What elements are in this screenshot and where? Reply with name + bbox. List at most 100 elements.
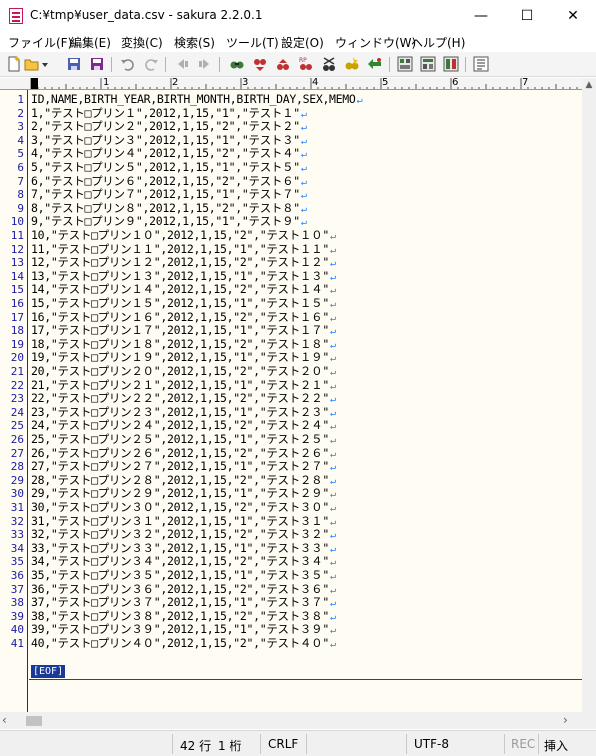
line-number: 30 bbox=[10, 487, 24, 501]
tag-jump-icon[interactable] bbox=[367, 56, 383, 72]
line-number: 3 bbox=[17, 120, 24, 134]
eol-mark-icon: ↵ bbox=[329, 271, 336, 283]
menu-window[interactable]: ウィンドウ(W) bbox=[335, 34, 416, 51]
menu-edit[interactable]: 編集(E) bbox=[70, 34, 111, 51]
status-row: 42 行 bbox=[180, 739, 212, 753]
grep-icon[interactable] bbox=[321, 56, 337, 72]
scroll-right-icon[interactable]: › bbox=[563, 713, 577, 728]
maximize-button[interactable]: ☐ bbox=[504, 0, 550, 32]
menu-file[interactable]: ファイル(F) bbox=[8, 34, 72, 51]
find-icon[interactable] bbox=[229, 56, 245, 72]
find-prev-icon[interactable] bbox=[252, 56, 268, 72]
text-line[interactable]: 33,"テスト□プリン３３",2012,1,15,"1","テスト３３"↵ bbox=[31, 541, 336, 556]
text-line[interactable]: 37,"テスト□プリン３７",2012,1,15,"1","テスト３７"↵ bbox=[31, 595, 336, 610]
text-line[interactable]: 34,"テスト□プリン３４",2012,1,15,"2","テスト３４"↵ bbox=[31, 555, 336, 569]
jump-forward-icon[interactable] bbox=[197, 56, 213, 72]
text-line[interactable]: 31,"テスト□プリン３１",2012,1,15,"1","テスト３１"↵ bbox=[31, 514, 336, 529]
text-line[interactable]: 30,"テスト□プリン３０",2012,1,15,"2","テスト３０"↵ bbox=[31, 500, 336, 515]
text-line[interactable]: 27,"テスト□プリン２７",2012,1,15,"1","テスト２７"↵ bbox=[31, 459, 336, 474]
eol-mark-icon: ↵ bbox=[329, 285, 336, 297]
text-line[interactable]: 24,"テスト□プリン２４",2012,1,15,"2","テスト２４"↵ bbox=[31, 419, 336, 433]
text-line[interactable]: 15,"テスト□プリン１５",2012,1,15,"1","テスト１５"↵ bbox=[31, 296, 336, 311]
status-encoding[interactable]: UTF-8 bbox=[414, 737, 449, 751]
horizontal-scroll-thumb[interactable] bbox=[26, 716, 42, 726]
text-line[interactable]: 29,"テスト□プリン２９",2012,1,15,"1","テスト２９"↵ bbox=[31, 487, 336, 501]
open-file-icon[interactable] bbox=[24, 56, 40, 72]
settings-icon[interactable] bbox=[397, 56, 413, 72]
text-line[interactable]: 38,"テスト□プリン３８",2012,1,15,"2","テスト３８"↵ bbox=[31, 609, 336, 624]
text-line[interactable]: ID,NAME,BIRTH_YEAR,BIRTH_MONTH,BIRTH_DAY… bbox=[31, 92, 363, 107]
scroll-left-icon[interactable]: ‹ bbox=[2, 713, 16, 728]
text-line[interactable]: 19,"テスト□プリン１９",2012,1,15,"1","テスト１９"↵ bbox=[31, 351, 336, 365]
text-line[interactable]: 23,"テスト□プリン２３",2012,1,15,"1","テスト２３"↵ bbox=[31, 405, 336, 420]
text-line-content: 28,"テスト□プリン２８",2012,1,15,"2","テスト２８" bbox=[31, 472, 329, 487]
text-line[interactable]: 18,"テスト□プリン１８",2012,1,15,"2","テスト１８"↵ bbox=[31, 337, 336, 352]
text-line[interactable]: 17,"テスト□プリン１７",2012,1,15,"1","テスト１７"↵ bbox=[31, 323, 336, 338]
text-line[interactable]: 4,"テスト□プリン４",2012,1,15,"2","テスト４"↵ bbox=[31, 147, 307, 161]
text-line[interactable]: 5,"テスト□プリン５",2012,1,15,"1","テスト５"↵ bbox=[31, 160, 307, 175]
eol-mark-icon: ↵ bbox=[300, 135, 307, 147]
text-line[interactable]: 20,"テスト□プリン２０",2012,1,15,"2","テスト２０"↵ bbox=[31, 364, 336, 379]
status-column: 1 桁 bbox=[218, 739, 242, 753]
font-icon[interactable] bbox=[443, 56, 459, 72]
scroll-up-icon[interactable]: ▲ bbox=[582, 78, 596, 92]
type-settings-icon[interactable] bbox=[420, 56, 436, 72]
redo-icon[interactable] bbox=[143, 56, 159, 72]
text-line[interactable]: 3,"テスト□プリン３",2012,1,15,"1","テスト３"↵ bbox=[31, 133, 307, 148]
bookmark-icon[interactable] bbox=[344, 56, 360, 72]
undo-icon[interactable] bbox=[120, 56, 136, 72]
line-number: 10 bbox=[10, 215, 24, 229]
eol-mark-icon: ↵ bbox=[329, 326, 336, 338]
text-line[interactable]: 10,"テスト□プリン１０",2012,1,15,"2","テスト１０"↵ bbox=[31, 228, 336, 243]
line-number: 32 bbox=[10, 514, 24, 528]
open-dropdown-icon[interactable] bbox=[40, 56, 50, 72]
menu-search[interactable]: 検索(S) bbox=[174, 34, 215, 51]
menu-convert[interactable]: 変換(C) bbox=[121, 34, 163, 51]
menu-help[interactable]: ヘルプ(H) bbox=[411, 34, 465, 51]
text-editor[interactable]: 1 2 3 4 5 6 7 8 9 10 11 12 13 14 15 16 17 18 19 20 21 22 23 24 2… bbox=[0, 90, 582, 712]
text-line[interactable]: 40,"テスト□プリン４０",2012,1,15,"2","テスト４０"↵ bbox=[31, 636, 336, 651]
text-line[interactable]: 36,"テスト□プリン３６",2012,1,15,"2","テスト３６"↵ bbox=[31, 582, 336, 597]
text-line[interactable]: 13,"テスト□プリン１３",2012,1,15,"1","テスト１３"↵ bbox=[31, 269, 336, 284]
text-line[interactable]: 26,"テスト□プリン２６",2012,1,15,"2","テスト２６"↵ bbox=[31, 446, 336, 461]
menu-settings[interactable]: 設定(O) bbox=[281, 34, 324, 51]
eof-marker: [EOF] bbox=[31, 665, 66, 678]
text-line[interactable]: 25,"テスト□プリン２５",2012,1,15,"1","テスト２５"↵ bbox=[31, 432, 336, 447]
minimize-button[interactable]: — bbox=[458, 0, 504, 32]
text-line[interactable]: 21,"テスト□プリン２１",2012,1,15,"1","テスト２１"↵ bbox=[31, 378, 336, 393]
text-line[interactable]: 14,"テスト□プリン１４",2012,1,15,"2","テスト１４"↵ bbox=[31, 283, 336, 297]
sakura-app-icon[interactable] bbox=[9, 8, 23, 24]
text-line[interactable]: 6,"テスト□プリン６",2012,1,15,"2","テスト６"↵ bbox=[31, 174, 307, 189]
svg-text:RP: RP bbox=[299, 57, 307, 64]
new-file-icon[interactable] bbox=[6, 56, 22, 72]
horizontal-scrollbar[interactable]: ‹ › bbox=[0, 712, 582, 729]
outline-icon[interactable] bbox=[473, 56, 489, 72]
text-line[interactable]: 32,"テスト□プリン３２",2012,1,15,"2","テスト３２"↵ bbox=[31, 527, 336, 542]
text-line[interactable]: 16,"テスト□プリン１６",2012,1,15,"2","テスト１６"↵ bbox=[31, 310, 336, 325]
replace-icon[interactable]: RP bbox=[298, 56, 314, 72]
text-line[interactable]: 7,"テスト□プリン７",2012,1,15,"1","テスト７"↵ bbox=[31, 187, 307, 202]
menu-tools[interactable]: ツール(T) bbox=[226, 34, 279, 51]
text-line[interactable]: 8,"テスト□プリン８",2012,1,15,"2","テスト８"↵ bbox=[31, 201, 307, 216]
text-line[interactable]: 9,"テスト□プリン９",2012,1,15,"1","テスト９"↵ bbox=[31, 215, 307, 229]
text-line[interactable]: 2,"テスト□プリン２",2012,1,15,"2","テスト２"↵ bbox=[31, 119, 307, 134]
text-line[interactable]: 1,"テスト□プリン１",2012,1,15,"1","テスト１"↵ bbox=[31, 106, 307, 121]
text-line[interactable]: 28,"テスト□プリン２８",2012,1,15,"2","テスト２８"↵ bbox=[31, 472, 336, 488]
text-line-content: 19,"テスト□プリン１９",2012,1,15,"1","テスト１９" bbox=[31, 350, 329, 365]
status-eol[interactable]: CRLF bbox=[268, 737, 298, 751]
toolbar-separator bbox=[111, 57, 112, 72]
ruler-number: 6 bbox=[452, 78, 459, 88]
text-line[interactable]: 39,"テスト□プリン３９",2012,1,15,"1","テスト３９"↵ bbox=[31, 623, 336, 637]
vertical-scrollbar[interactable]: ▲ bbox=[582, 78, 596, 712]
status-insert-mode[interactable]: 挿入 bbox=[544, 737, 568, 754]
close-button[interactable]: ✕ bbox=[550, 0, 596, 32]
jump-back-icon[interactable] bbox=[174, 56, 190, 72]
text-line[interactable]: 12,"テスト□プリン１２",2012,1,15,"2","テスト１２"↵ bbox=[31, 255, 336, 270]
text-line[interactable]: 35,"テスト□プリン３５",2012,1,15,"1","テスト３５"↵ bbox=[31, 568, 336, 583]
save-icon[interactable] bbox=[66, 56, 82, 72]
text-line[interactable]: 22,"テスト□プリン２２",2012,1,15,"2","テスト２２"↵ bbox=[31, 391, 336, 406]
find-next-icon[interactable] bbox=[275, 56, 291, 72]
save-as-icon[interactable] bbox=[89, 56, 105, 72]
line-number: 6 bbox=[17, 161, 24, 174]
text-line[interactable]: 11,"テスト□プリン１１",2012,1,15,"1","テスト１１"↵ bbox=[31, 242, 336, 257]
